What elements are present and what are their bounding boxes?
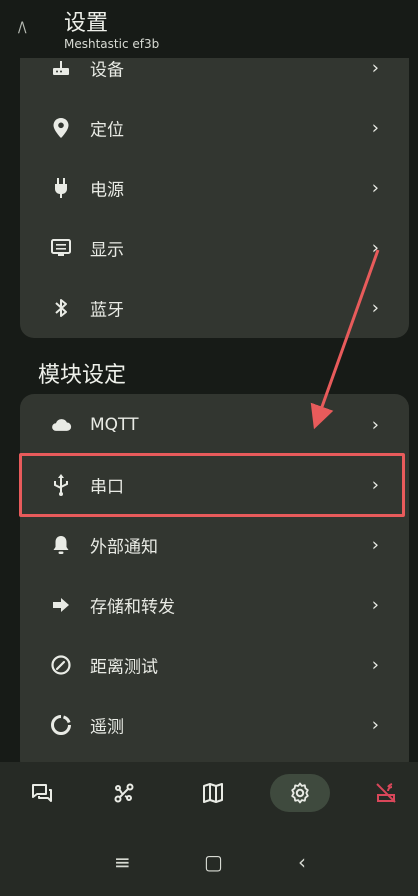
- annotation-arrow: [310, 249, 380, 430]
